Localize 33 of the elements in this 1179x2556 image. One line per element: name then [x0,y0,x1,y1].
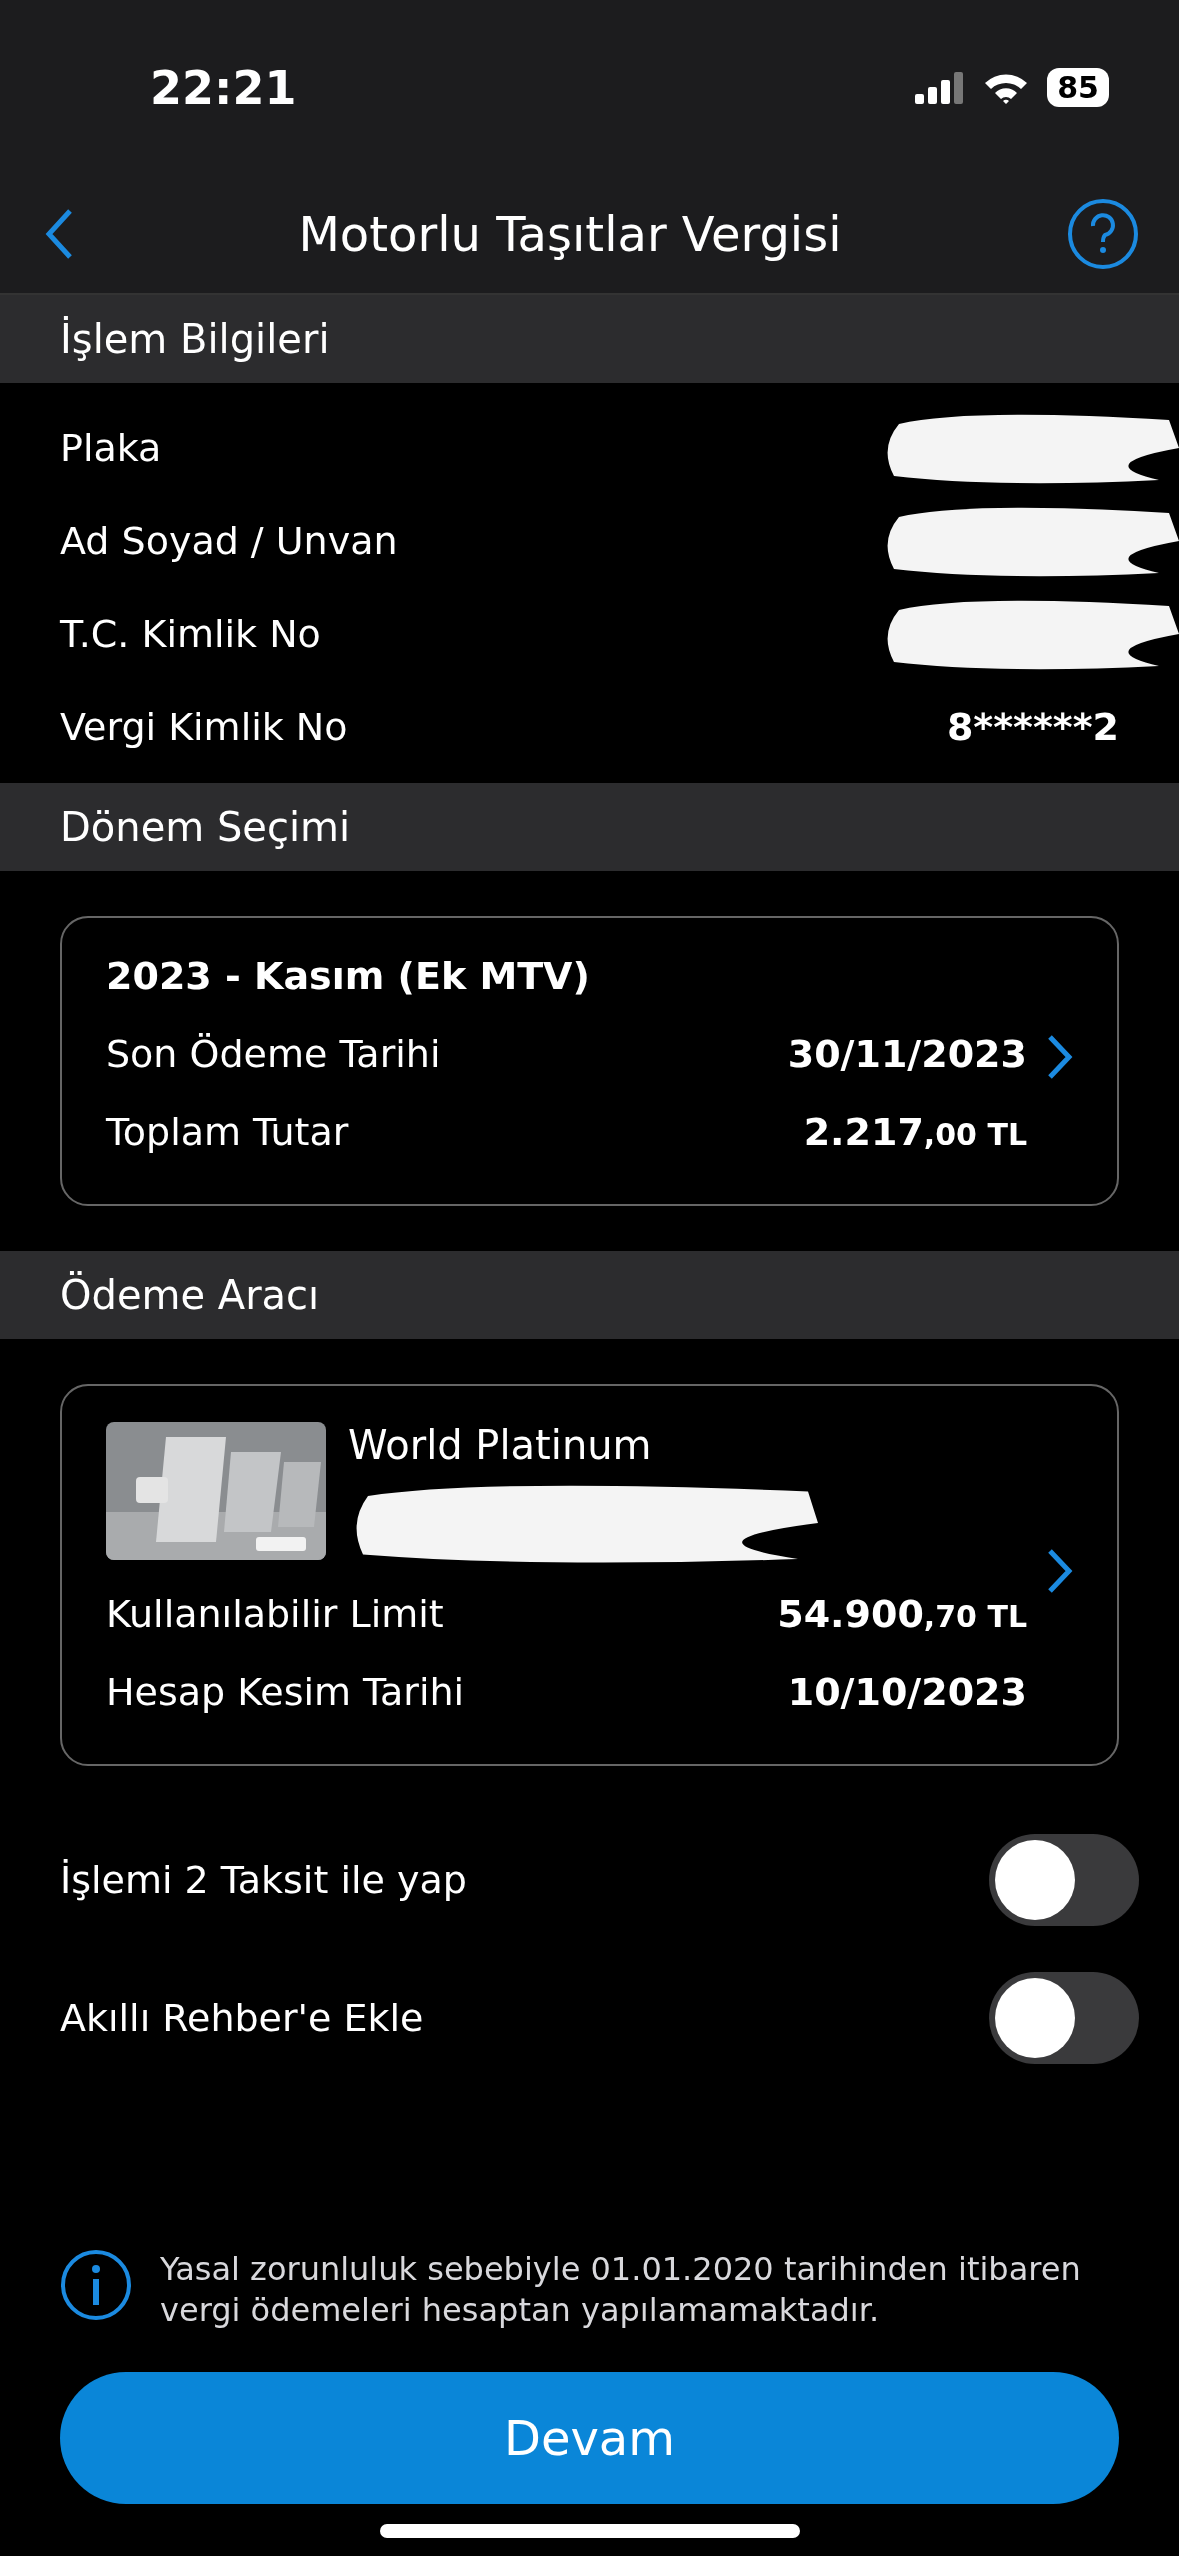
field-label: Ad Soyad / Unvan [60,518,398,563]
period-title: 2023 - Kasım (Ek MTV) [106,954,591,998]
card-name: World Platinum [348,1422,653,1468]
field-label: Vergi Kimlik No [60,704,348,749]
status-time: 22:21 [150,60,297,115]
payment-card[interactable]: World Platinum Kullanılabilir Limit 54.900,70 TL Hesap Kesim Tarihi 10/10/2023 [60,1384,1119,1766]
chevron-right-icon [1047,1033,1073,1080]
date-value: 30/11/2023 [787,1032,1027,1076]
signal-icon [915,71,966,104]
back-icon[interactable] [45,208,73,260]
notice-text: Yasal zorunluluk sebebiyle 01.01.2020 tarihinden itibaren vergi ödemeleri hesaptan yapılamamaktadır. [160,2248,1082,2332]
battery-level: 85 [1047,68,1109,107]
amount-value: 2.217,00 TL [803,1110,1027,1154]
field-label: Kullanılabilir Limit [106,1592,444,1636]
toggle-label: İşlemi 2 Taksit ile yap [60,1858,467,1902]
help-icon[interactable] [1067,198,1139,270]
info-icon [60,2248,132,2321]
section-header: Dönem Seçimi [0,783,1179,871]
section-header: Ödeme Aracı [0,1251,1179,1339]
continue-button[interactable]: Devam [60,2372,1119,2504]
section-header: İşlem Bilgileri [0,295,1179,383]
screen-title: Motorlu Taşıtlar Vergisi [298,206,842,262]
amount-value: 54.900,70 TL [777,1592,1027,1636]
date-value: 10/10/2023 [787,1670,1027,1714]
field-value: 8******2 [946,704,1119,749]
toggle-label: Akıllı Rehber'e Ekle [60,1996,424,2040]
field-label: Son Ödeme Tarihi [106,1032,441,1076]
field-label: Hesap Kesim Tarihi [106,1670,465,1714]
period-card[interactable]: 2023 - Kasım (Ek MTV) Son Ödeme Tarihi 30/11/2023 Toplam Tutar 2.217,00 TL [60,916,1119,1206]
field-label: T.C. Kimlik No [60,611,321,656]
chevron-right-icon [1047,1547,1073,1594]
field-label: Plaka [60,425,162,470]
field-label: Toplam Tutar [106,1110,349,1154]
